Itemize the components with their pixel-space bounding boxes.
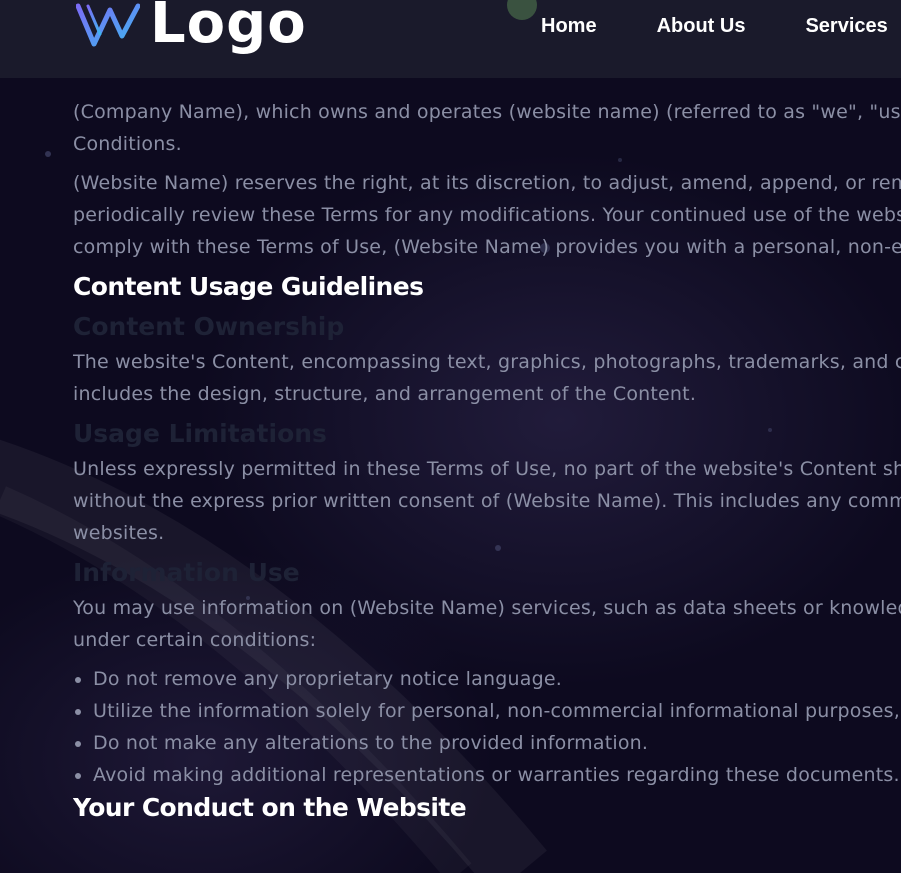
site-header: Logo Home About Us Services	[0, 0, 901, 78]
subsection-title-information-use: Information Use	[73, 558, 300, 587]
nav-item-services[interactable]: Services	[805, 15, 887, 38]
logo-mark-icon	[76, 3, 140, 47]
paragraph-line: (Website Name) reserves the right, at it…	[73, 172, 901, 194]
conditions-list: Do not remove any proprietary notice lan…	[73, 663, 901, 791]
paragraph-line: The website's Content, encompassing text…	[73, 351, 901, 373]
list-item: Do not remove any proprietary notice lan…	[93, 663, 901, 695]
usage-limitations-paragraph: Unless expressly permitted in these Term…	[73, 453, 901, 549]
decorative-dot	[507, 0, 537, 20]
paragraph-line: comply with these Terms of Use, (Website…	[73, 236, 901, 258]
subsection-title-content-ownership: Content Ownership	[73, 312, 345, 341]
section-title-content-usage: Content Usage Guidelines	[73, 272, 424, 301]
paragraph-line: websites.	[73, 522, 165, 544]
content-ownership-paragraph: The website's Content, encompassing text…	[73, 346, 901, 410]
list-item: Avoid making additional representations …	[93, 759, 901, 791]
list-item: Do not make any alterations to the provi…	[93, 727, 901, 759]
nav-item-about-us[interactable]: About Us	[657, 15, 746, 38]
section-title-your-conduct: Your Conduct on the Website	[73, 793, 467, 822]
paragraph-line: without the express prior written consen…	[73, 490, 901, 512]
paragraph-line: You may use information on (Website Name…	[73, 597, 901, 619]
information-use-paragraph: You may use information on (Website Name…	[73, 592, 901, 656]
paragraph-line: periodically review these Terms for any …	[73, 204, 901, 226]
list-item: Utilize the information solely for perso…	[93, 695, 901, 727]
terms-content: (Company Name), which owns and operates …	[73, 96, 901, 873]
logo[interactable]: Logo	[76, 0, 307, 56]
paragraph-line: (Company Name), which owns and operates …	[73, 101, 901, 123]
subsection-title-usage-limitations: Usage Limitations	[73, 419, 327, 448]
intro-paragraph-2: (Website Name) reserves the right, at it…	[73, 167, 901, 263]
paragraph-line: includes the design, structure, and arra…	[73, 383, 697, 405]
paragraph-line: Conditions.	[73, 133, 182, 155]
intro-paragraph-1: (Company Name), which owns and operates …	[73, 96, 901, 160]
paragraph-line: Unless expressly permitted in these Term…	[73, 458, 901, 480]
main-nav: Home About Us Services	[541, 15, 901, 38]
paragraph-line: under certain conditions:	[73, 629, 317, 651]
nav-item-home[interactable]: Home	[541, 15, 597, 38]
logo-text: Logo	[150, 0, 307, 56]
